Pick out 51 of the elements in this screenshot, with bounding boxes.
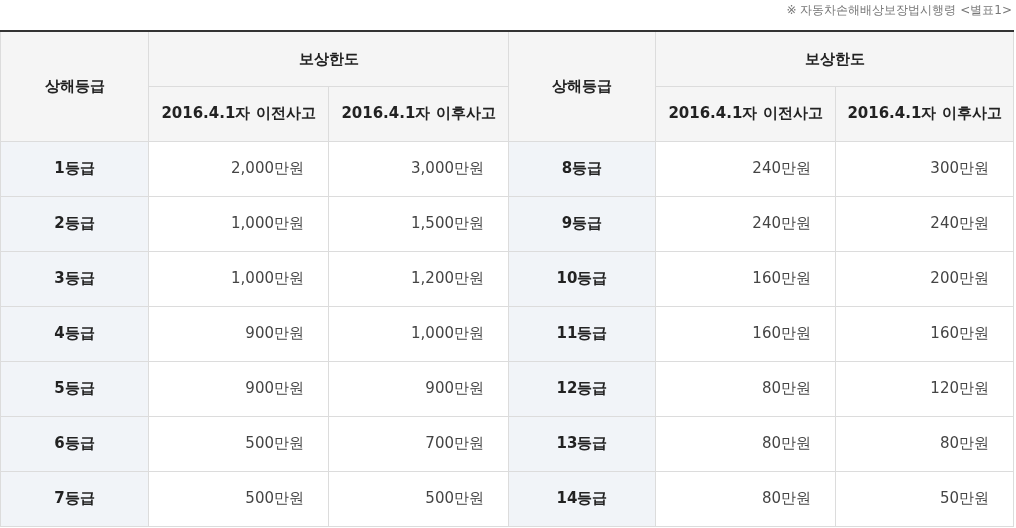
source-note: ※ 자동차손해배상보장법시행령 <별표1>	[786, 2, 1012, 19]
column-header: 2016.4.1자 이전사고	[655, 86, 836, 141]
grade-cell: 7등급	[0, 471, 149, 526]
table-cell: 500만원	[328, 471, 509, 526]
column-header: 2016.4.1자 이후사고	[835, 86, 1014, 141]
table-cell: 500만원	[148, 416, 329, 471]
table-cell: 120만원	[835, 361, 1014, 416]
grade-cell: 13등급	[508, 416, 656, 471]
table-cell: 160만원	[655, 306, 836, 361]
grade-cell: 4등급	[0, 306, 149, 361]
table-cell: 900만원	[148, 306, 329, 361]
table-cell: 900만원	[328, 361, 509, 416]
grade-cell: 10등급	[508, 251, 656, 306]
grade-cell: 2등급	[0, 196, 149, 251]
column-header: 2016.4.1자 이전사고	[148, 86, 329, 141]
grade-cell: 11등급	[508, 306, 656, 361]
column-header: 상해등급	[0, 31, 149, 141]
table-cell: 200만원	[835, 251, 1014, 306]
table-cell: 700만원	[328, 416, 509, 471]
table-cell: 1,000만원	[328, 306, 509, 361]
grade-cell: 3등급	[0, 251, 149, 306]
table-cell: 1,200만원	[328, 251, 509, 306]
table-cell: 240만원	[655, 141, 836, 196]
table-cell: 300만원	[835, 141, 1014, 196]
grade-cell: 8등급	[508, 141, 656, 196]
table-cell: 80만원	[655, 361, 836, 416]
table-cell: 1,000만원	[148, 251, 329, 306]
table-cell: 2,000만원	[148, 141, 329, 196]
column-header: 보상한도	[148, 31, 509, 86]
column-header: 보상한도	[655, 31, 1014, 86]
grade-cell: 5등급	[0, 361, 149, 416]
table-cell: 3,000만원	[328, 141, 509, 196]
table-cell: 50만원	[835, 471, 1014, 526]
table-cell: 80만원	[655, 471, 836, 526]
grade-cell: 12등급	[508, 361, 656, 416]
table-cell: 1,000만원	[148, 196, 329, 251]
table-cell: 80만원	[835, 416, 1014, 471]
column-header: 상해등급	[508, 31, 656, 141]
grade-cell: 9등급	[508, 196, 656, 251]
table-cell: 160만원	[655, 251, 836, 306]
table-cell: 900만원	[148, 361, 329, 416]
grade-cell: 6등급	[0, 416, 149, 471]
table-cell: 240만원	[655, 196, 836, 251]
table-cell: 500만원	[148, 471, 329, 526]
table-cell: 1,500만원	[328, 196, 509, 251]
grade-cell: 14등급	[508, 471, 656, 526]
table-cell: 80만원	[655, 416, 836, 471]
table-cell: 240만원	[835, 196, 1014, 251]
table-cell: 160만원	[835, 306, 1014, 361]
grade-cell: 1등급	[0, 141, 149, 196]
column-header: 2016.4.1자 이후사고	[328, 86, 509, 141]
